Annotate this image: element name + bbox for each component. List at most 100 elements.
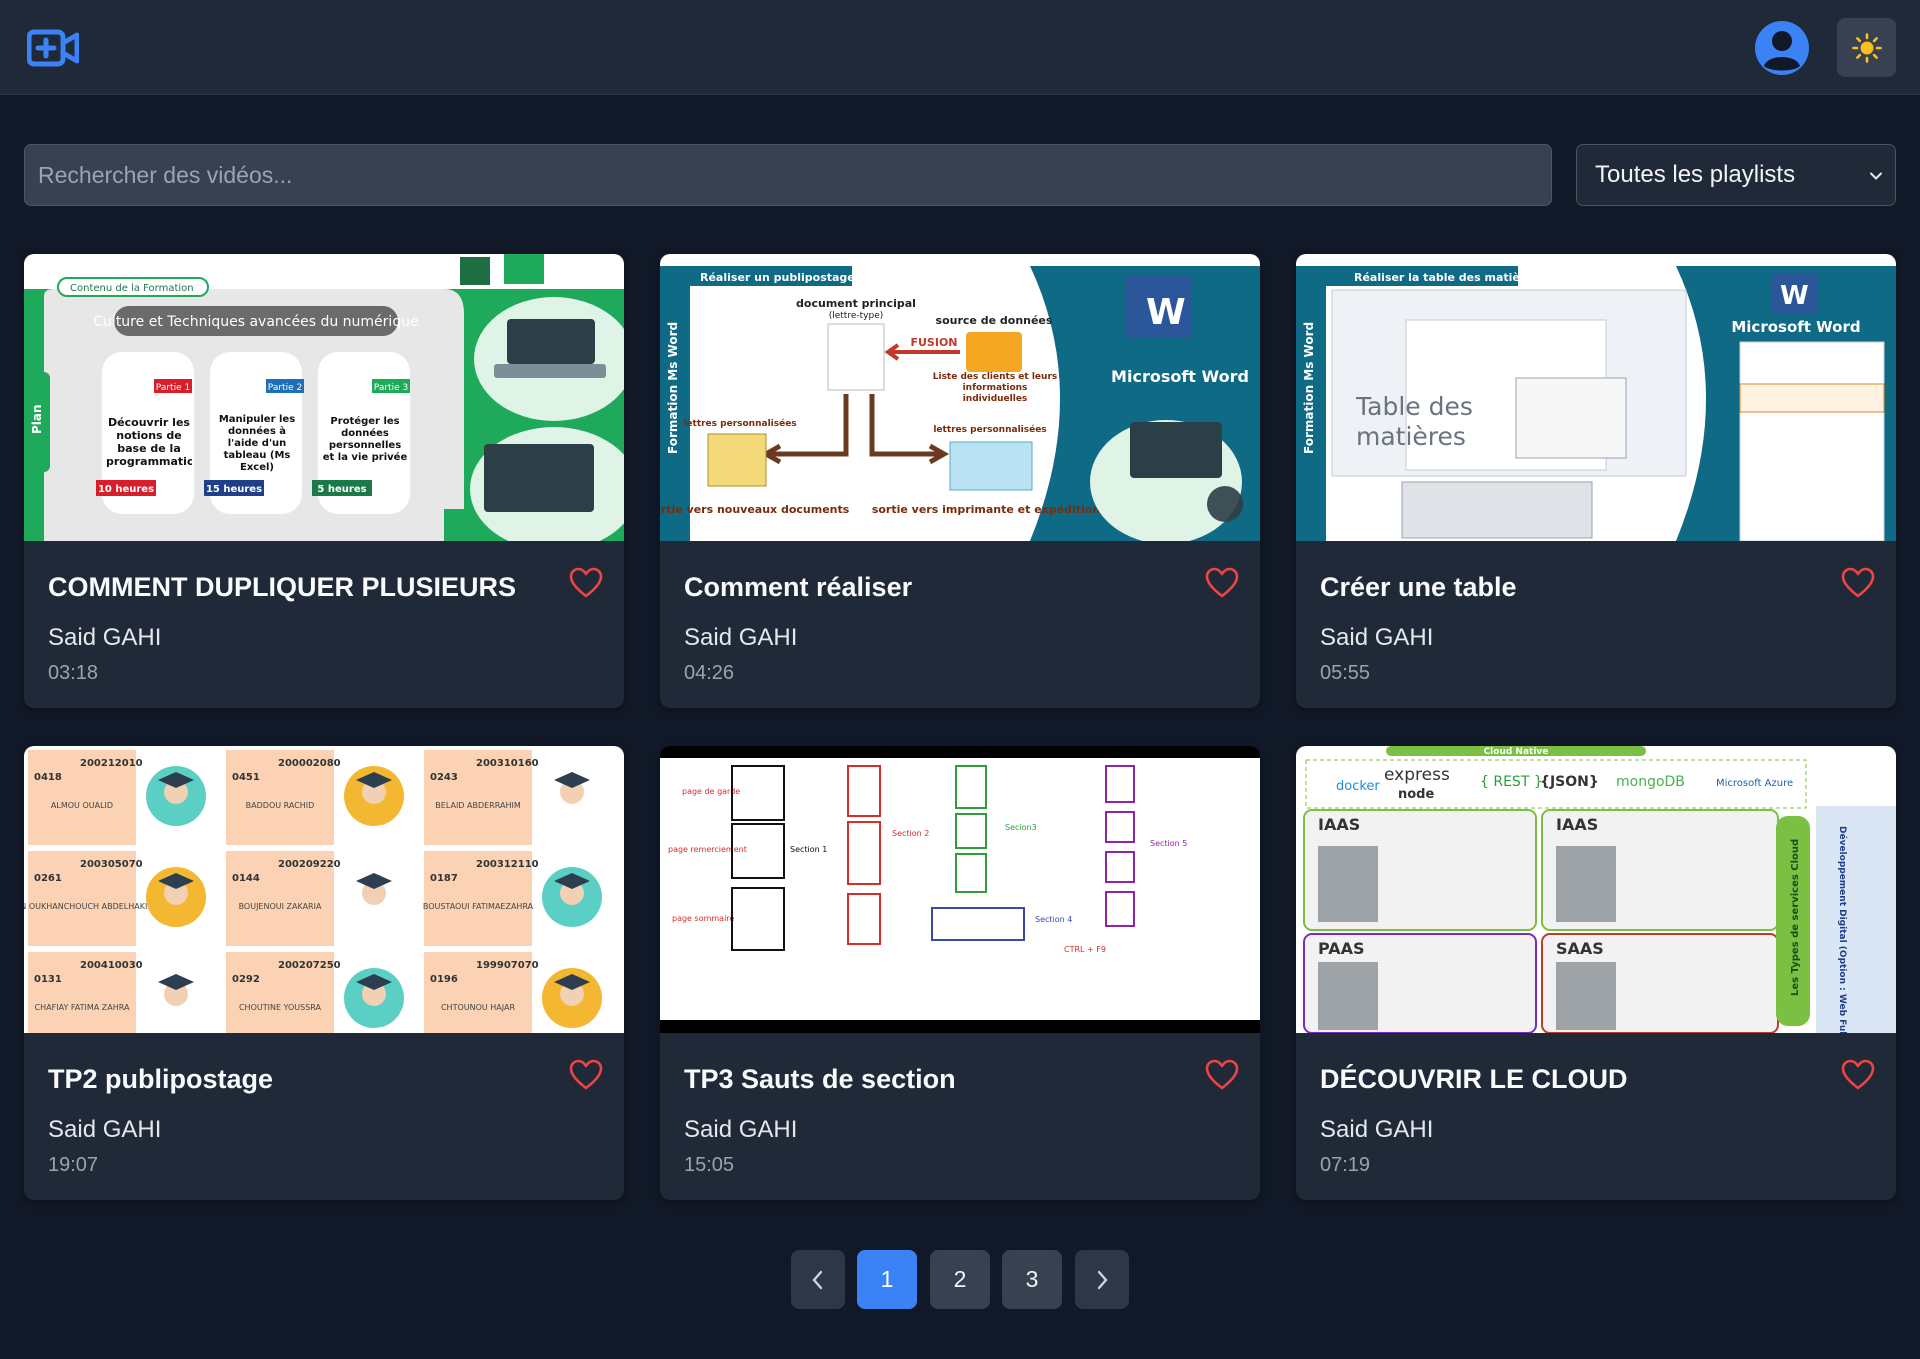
video-thumbnail[interactable]: page de garde page remerciement page som… [660,746,1260,1033]
chevron-right-icon [1097,1270,1108,1289]
svg-text:SAAS: SAAS [1556,939,1604,958]
student-name: BEN OUKHANCHOUCH ABDELHAKIM [24,902,154,911]
svg-text:Formation Ms Word: Formation Ms Word [666,322,680,454]
video-card[interactable]: 200212010 0418 ALMOU OUALID 200002080 0451 BA… [24,746,624,1200]
svg-text:node: node [1398,787,1434,802]
svg-text:Section 5: Section 5 [1150,839,1187,848]
student-id: 200002080 [278,758,341,769]
svg-text:Formation Ms Word: Formation Ms Word [1302,322,1316,454]
svg-text:source de données: source de données [936,314,1053,327]
pagination-page-2[interactable]: 2 [930,1250,990,1309]
student-id: 200312110 [476,859,539,870]
student-num: 0261 [34,873,62,884]
svg-text:Microsoft Word: Microsoft Word [1111,367,1249,386]
svg-text:10 heures: 10 heures [98,484,154,495]
svg-text:Secion3: Secion3 [1005,823,1037,832]
video-thumbnail[interactable]: 200212010 0418 ALMOU OUALID 200002080 0451 BA… [24,746,624,1033]
student-name: CHOUTINE YOUSSRA [239,1003,322,1012]
pagination-prev-button[interactable] [791,1250,845,1309]
video-plus-icon[interactable] [26,27,80,69]
top-navbar [0,0,1920,95]
search-input[interactable] [24,144,1552,206]
video-thumbnail[interactable]: Contenu de la Formation Plan Culture et … [24,254,624,541]
video-author: Said GAHI [1320,624,1434,651]
user-circle-icon[interactable] [1754,20,1810,76]
pagination-next-button[interactable] [1075,1250,1129,1309]
svg-text:{JSON}: {JSON} [1540,774,1599,790]
video-title[interactable]: Comment réaliser [684,572,1164,603]
student-name: CHAFIAY FATIMA ZAHRA [35,1003,130,1012]
svg-text:page remerciement: page remerciement [668,845,747,854]
svg-text:Microsoft Azure: Microsoft Azure [1716,778,1793,789]
student-name: BOUJENOUI ZAKARIA [239,902,322,911]
video-duration: 03:18 [48,662,99,684]
theme-toggle-button[interactable] [1837,18,1896,77]
svg-text:express: express [1384,765,1450,785]
video-thumbnail[interactable]: Réaliser un publipostage Formation Ms Wo… [660,254,1260,541]
svg-text:W: W [1146,292,1186,333]
heart-icon[interactable] [1841,1059,1875,1091]
svg-text:CTRL + F9: CTRL + F9 [1064,945,1106,954]
heart-icon[interactable] [569,1059,603,1091]
student-num: 0451 [232,772,260,783]
student-id: 200305070 [80,859,143,870]
student-name: ALMOU OUALID [51,801,113,810]
video-thumbnail[interactable]: Cloud Native docker express node { REST … [1296,746,1896,1033]
thumb-side: Plan [30,404,44,434]
video-title[interactable]: DÉCOUVRIR LE CLOUD [1320,1064,1800,1095]
video-duration: 07:19 [1320,1154,1371,1176]
svg-text:Microsoft Word: Microsoft Word [1731,318,1860,336]
video-card[interactable]: Cloud Native docker express node { REST … [1296,746,1896,1200]
svg-text:Partie 2: Partie 2 [268,383,302,393]
pagination-page-1[interactable]: 1 [857,1250,917,1309]
svg-text:mongoDB: mongoDB [1616,774,1685,790]
svg-text:IAAS: IAAS [1318,815,1360,834]
video-card[interactable]: Réaliser un publipostage Formation Ms Wo… [660,254,1260,708]
student-id: 200207250 [278,960,341,971]
student-num: 0292 [232,974,260,985]
svg-text:Section 1: Section 1 [790,845,827,854]
student-id: 200212010 [80,758,143,769]
playlist-select[interactable]: Toutes les playlists [1576,144,1896,206]
student-num: 0418 [34,772,62,783]
video-title[interactable]: TP2 publipostage [48,1064,528,1095]
video-author: Said GAHI [48,624,162,651]
heart-icon[interactable] [569,567,603,599]
student-num: 0144 [232,873,260,884]
heart-icon[interactable] [1841,567,1875,599]
video-card[interactable]: Contenu de la Formation Plan Culture et … [24,254,624,708]
svg-text:lettres personnalisées: lettres personnalisées [683,418,796,429]
student-name: CHTOUNOU HAJAR [441,1003,516,1012]
svg-text:sortie vers imprimante et expé: sortie vers imprimante et expédition [872,503,1100,516]
heart-icon[interactable] [1205,567,1239,599]
svg-text:lettres personnalisées: lettres personnalisées [933,424,1046,435]
svg-text:Section 4: Section 4 [1035,915,1072,924]
svg-text:Développement Digital (Option: Développement Digital (Option : Web Full… [1837,826,1848,1033]
thumb-section: Contenu de la Formation [70,283,194,294]
svg-text:15 heures: 15 heures [206,484,262,495]
pagination-page-3[interactable]: 3 [1002,1250,1062,1309]
student-name: BADDOU RACHID [246,801,315,810]
student-id: 200209220 [278,859,341,870]
video-title[interactable]: COMMENT DUPLIQUER PLUSIEURS [48,572,528,603]
svg-text:W: W [1780,281,1809,311]
video-card[interactable]: page de garde page remerciement page som… [660,746,1260,1200]
chevron-left-icon [812,1270,823,1289]
video-title[interactable]: Créer une table [1320,572,1800,603]
student-num: 0131 [34,974,62,985]
svg-text:page sommaire: page sommaire [672,914,734,923]
svg-text:IAAS: IAAS [1556,815,1598,834]
student-id: 200410030 [80,960,143,971]
svg-text:PAAS: PAAS [1318,939,1365,958]
video-card[interactable]: Réaliser la table des matières Formation… [1296,254,1896,708]
video-author: Said GAHI [48,1116,162,1143]
video-thumbnail[interactable]: Réaliser la table des matières Formation… [1296,254,1896,541]
svg-text:5 heures: 5 heures [317,484,366,495]
svg-text:document principal: document principal [796,297,916,310]
svg-text:sortie vers nouveaux documents: sortie vers nouveaux documents [660,503,850,516]
heart-icon[interactable] [1205,1059,1239,1091]
video-title[interactable]: TP3 Sauts de section [684,1064,1164,1095]
student-name: BELAID ABDERRAHIM [435,801,521,810]
svg-text:Cloud Native: Cloud Native [1484,747,1549,757]
student-num: 0196 [430,974,458,985]
